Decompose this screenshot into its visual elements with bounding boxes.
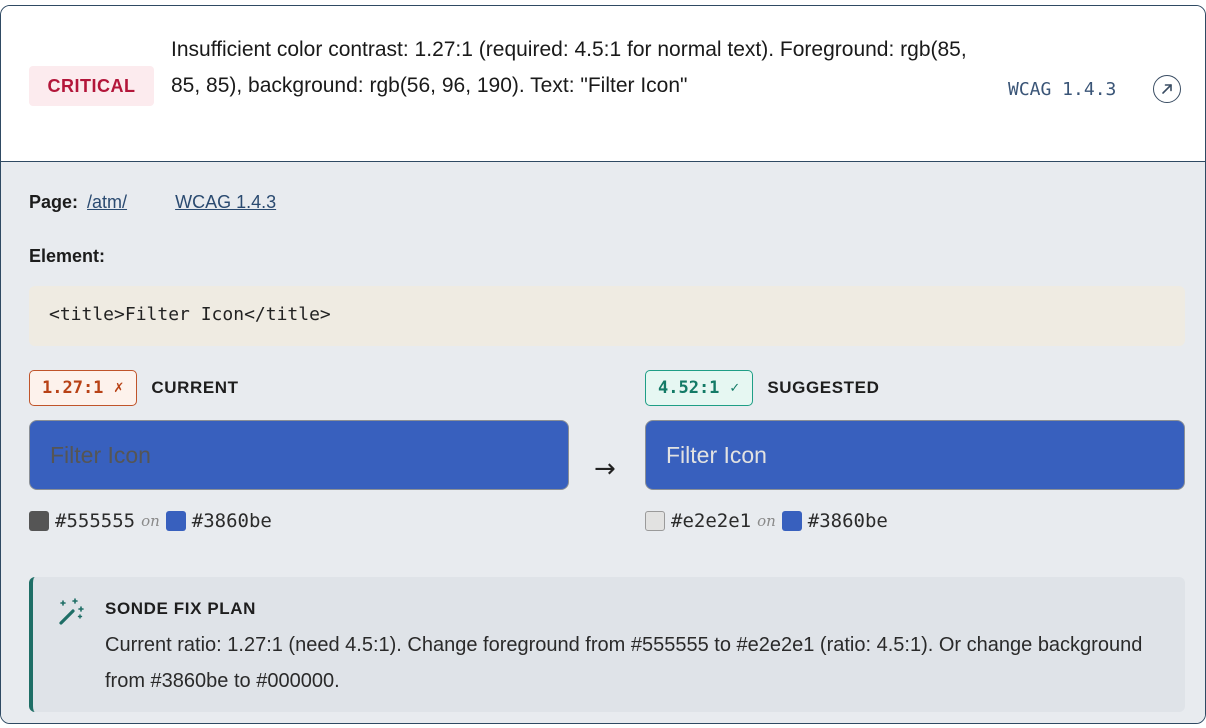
- magic-wand-icon: [59, 598, 84, 625]
- wcag-criterion-tag: WCAG 1.4.3: [1008, 79, 1117, 100]
- suggested-sample-text: Filter Icon: [666, 441, 767, 468]
- current-ratio-value: 1.27:1: [42, 378, 104, 398]
- suggested-bg-swatch: [781, 511, 802, 531]
- element-label: Element:: [29, 246, 106, 266]
- suggested-ratio-value: 4.52:1: [658, 378, 720, 398]
- wcag-link[interactable]: WCAG 1.4.3: [175, 192, 276, 212]
- suggested-label: SUGGESTED: [767, 378, 880, 397]
- fail-icon: ✗: [113, 380, 125, 396]
- suggested-on-text: on: [757, 512, 776, 530]
- suggested-fg-swatch: [645, 511, 665, 531]
- suggested-preview: Filter Icon: [645, 420, 1185, 490]
- current-bg-swatch: [165, 511, 186, 531]
- page-label: Page:: [29, 192, 79, 212]
- fix-plan-title: SONDE FIX PLAN: [105, 599, 257, 618]
- current-colors: #555555 on #3860be: [29, 510, 272, 532]
- issue-details: Page: /atm/ WCAG 1.4.3 Element: <title>F…: [1, 162, 1205, 723]
- issue-header[interactable]: CRITICAL Insufficient color contrast: 1.…: [1, 6, 1205, 162]
- external-link-icon[interactable]: [1153, 75, 1181, 103]
- current-fg-hex: #555555: [55, 510, 136, 532]
- arrow-right-icon: →: [594, 454, 616, 484]
- current-ratio-badge: 1.27:1 ✗: [29, 370, 138, 406]
- element-code: <title>Filter Icon</title>: [29, 286, 1185, 346]
- current-sample-text: Filter Icon: [50, 441, 151, 468]
- current-fg-swatch: [29, 511, 49, 531]
- current-label: CURRENT: [151, 378, 239, 397]
- fix-plan-panel: SONDE FIX PLAN Current ratio: 1.27:1 (ne…: [29, 577, 1185, 712]
- suggested-bg-hex: #3860be: [807, 510, 888, 532]
- suggested-colors: #e2e2e1 on #3860be: [645, 510, 888, 532]
- page-path-link[interactable]: /atm/: [87, 192, 127, 212]
- pass-icon: ✓: [729, 380, 741, 396]
- contrast-issue-card: CRITICAL Insufficient color contrast: 1.…: [0, 5, 1206, 724]
- severity-badge: CRITICAL: [29, 66, 154, 106]
- current-preview: Filter Icon: [29, 420, 569, 490]
- suggested-ratio-badge: 4.52:1 ✓: [645, 370, 754, 406]
- current-ratio-row: 1.27:1 ✗ CURRENT: [29, 370, 239, 406]
- suggested-fg-hex: #e2e2e1: [671, 510, 752, 532]
- issue-message: Insufficient color contrast: 1.27:1 (req…: [171, 38, 967, 97]
- suggested-ratio-row: 4.52:1 ✓ SUGGESTED: [645, 370, 879, 406]
- page-info: Page: /atm/ WCAG 1.4.3: [29, 192, 276, 213]
- current-bg-hex: #3860be: [191, 510, 272, 532]
- current-on-text: on: [141, 512, 160, 530]
- fix-plan-text: Current ratio: 1.27:1 (need 4.5:1). Chan…: [105, 634, 1143, 692]
